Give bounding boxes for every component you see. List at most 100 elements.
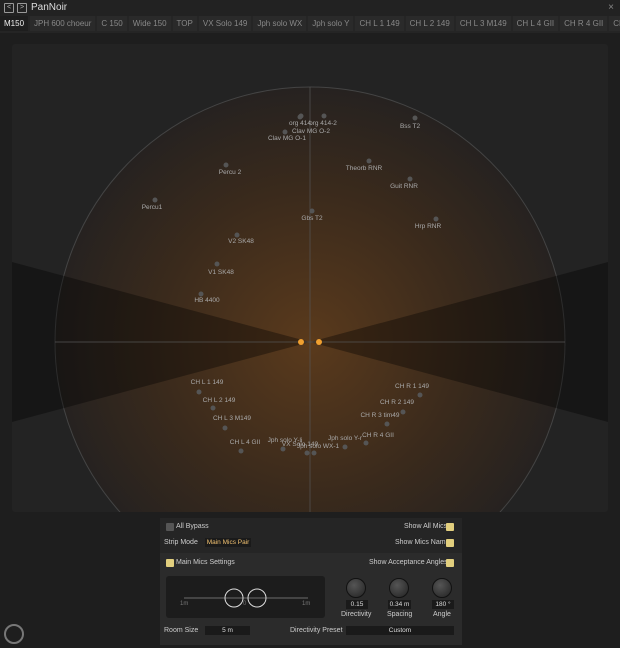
mic-dot[interactable]: [234, 232, 240, 238]
mic-dot[interactable]: [238, 448, 244, 454]
logo-icon: [4, 624, 24, 644]
tab-item[interactable]: CH L 2 149: [405, 16, 454, 31]
angle-knob[interactable]: [432, 578, 452, 598]
scale-left: 1m: [180, 601, 189, 607]
scale-center: 0: [243, 601, 247, 607]
tab-item[interactable]: CH R 4 GII: [560, 16, 608, 31]
next-button[interactable]: >: [17, 3, 27, 13]
angle-label: Angle: [433, 611, 451, 618]
mic-label: Theorb RNR: [345, 165, 383, 172]
room-size-label: Room Size: [164, 627, 199, 634]
mic-dot[interactable]: [433, 216, 439, 222]
mic-label: CH L 3 M149: [212, 415, 252, 422]
room-size-field[interactable]: 5 m: [205, 626, 250, 635]
mic-dot[interactable]: [304, 450, 310, 456]
mic-label: org 414-2: [309, 120, 337, 127]
mic-label: Percu1: [141, 204, 163, 211]
mic-dot[interactable]: [366, 158, 372, 164]
main-mic-left[interactable]: [298, 339, 304, 345]
tab-item[interactable]: M150: [0, 16, 29, 31]
mic-label: Clav MG O-1: [268, 135, 306, 142]
mic-label: V1 SK48: [208, 269, 234, 276]
mic-pair-diagram: [184, 588, 308, 608]
mic-pair-visualizer[interactable]: 1m 0 1m: [166, 576, 325, 618]
scale-right: 1m: [302, 601, 311, 607]
directivity-preset-label: Directivity Preset: [290, 627, 343, 634]
mic-label: HB 4400: [194, 297, 220, 304]
mic-label: V2 SK48: [228, 238, 254, 245]
mic-dot[interactable]: [311, 450, 317, 456]
mic-dot[interactable]: [282, 129, 288, 135]
mic-label: Guit RNR: [390, 183, 418, 190]
mic-dot[interactable]: [407, 176, 413, 182]
mic-label: CH R 1 149: [395, 383, 429, 390]
tab-item[interactable]: CH L 4 GII: [512, 16, 559, 31]
tab-item[interactable]: CH L 3 M149: [455, 16, 511, 31]
mic-label: Jph solo Y-r: [328, 435, 362, 442]
spacing-knob[interactable]: [389, 578, 409, 598]
mic-label: CH R 4 GII: [362, 432, 394, 439]
mic-dot[interactable]: [321, 113, 327, 119]
strip-mode-label: Strip Mode: [164, 539, 198, 546]
show-mics-name-label: Show Mics Name: [395, 539, 450, 546]
main-mic-right[interactable]: [316, 339, 322, 345]
mic-label: Jph solo WX-1: [296, 443, 340, 450]
main-mics-settings-checkbox[interactable]: [166, 559, 174, 567]
spacing-value[interactable]: 0.34 m: [388, 600, 411, 609]
tab-item[interactable]: C 150: [97, 16, 127, 31]
tab-item[interactable]: Wide 150: [128, 16, 171, 31]
mic-dot[interactable]: [152, 197, 158, 203]
tab-item[interactable]: Jph solo WX: [253, 16, 307, 31]
mic-label: CH L 4 GII: [229, 439, 261, 446]
mic-dot[interactable]: [309, 208, 315, 214]
mic-dot[interactable]: [400, 409, 406, 415]
mic-dot[interactable]: [298, 113, 304, 119]
directivity-preset-select[interactable]: Custom: [346, 626, 454, 635]
show-acceptance-angles-checkbox[interactable]: [446, 559, 454, 567]
strip-mode-select[interactable]: Main Mics Pair: [205, 538, 251, 547]
mic-dot[interactable]: [196, 389, 202, 395]
directivity-label: Directivity: [341, 611, 372, 618]
mic-label: Bss T2: [399, 123, 421, 130]
mic-label: CH R 3 tim49: [360, 412, 400, 419]
mic-dot[interactable]: [363, 440, 369, 446]
tab-item[interactable]: JPH 600 choeur: [30, 16, 96, 31]
all-bypass-checkbox[interactable]: [166, 523, 174, 531]
mic-label: CH R 2 149: [380, 399, 414, 406]
show-all-mics-checkbox[interactable]: [446, 523, 454, 531]
mic-dot[interactable]: [412, 115, 418, 121]
mic-dot[interactable]: [342, 444, 348, 450]
tab-item[interactable]: Jph solo Y: [308, 16, 354, 31]
show-all-mics-label: Show All Mics: [404, 523, 448, 530]
mic-label: CH L 1 149: [190, 379, 224, 386]
mic-label: Hrp RNR: [414, 223, 442, 230]
mic-dot[interactable]: [210, 405, 216, 411]
stage-view[interactable]: Percu1 Percu 2 Clav MG O-1 Clav MG O-2 org 4…: [12, 44, 608, 512]
tab-bar: M150 JPH 600 choeur C 150 Wide 150 TOP VX Sol…: [0, 16, 620, 33]
directivity-knob[interactable]: [346, 578, 366, 598]
mic-label: org 414: [288, 120, 312, 127]
tab-item[interactable]: TOP: [172, 16, 197, 31]
close-button[interactable]: ×: [608, 2, 614, 13]
mic-dot[interactable]: [384, 421, 390, 427]
mic-dot[interactable]: [214, 261, 220, 267]
mic-dot[interactable]: [198, 291, 204, 297]
show-mics-name-checkbox[interactable]: [446, 539, 454, 547]
mic-label: CH L 2 149: [202, 397, 236, 404]
prev-button[interactable]: <: [4, 3, 14, 13]
tab-item[interactable]: VX Solo 149: [198, 16, 252, 31]
mic-label: Clav MG O-2: [292, 128, 330, 135]
all-bypass-label: All Bypass: [176, 523, 209, 530]
tab-item[interactable]: CH R 3 tim49: [609, 16, 620, 31]
directivity-value[interactable]: 0.15: [346, 600, 368, 609]
show-acceptance-angles-label: Show Acceptance Angles: [369, 559, 448, 566]
window-title: PanNoir: [31, 2, 68, 13]
title-bar: < > PanNoir ×: [0, 0, 620, 16]
spacing-label: Spacing: [387, 611, 413, 618]
mic-dot[interactable]: [223, 162, 229, 168]
angle-value[interactable]: 180 °: [432, 600, 454, 609]
main-mics-settings-label: Main Mics Settings: [176, 559, 235, 566]
tab-item[interactable]: CH L 1 149: [355, 16, 404, 31]
mic-dot[interactable]: [417, 392, 423, 398]
mic-dot[interactable]: [222, 425, 228, 431]
